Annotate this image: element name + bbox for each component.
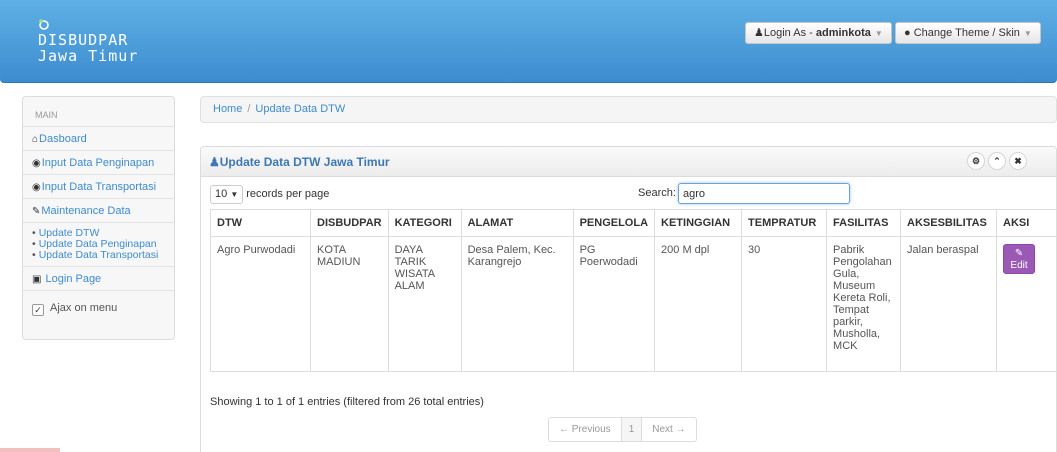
edit-icon: ✎ xyxy=(1014,248,1024,259)
login-as-button[interactable]: ♟Login As - adminkota ▼ xyxy=(745,22,892,44)
sidebar-submenu: • Update DTW • Update Data Penginapan • Upd… xyxy=(23,223,174,267)
records-per-page: 10 ▼ records per page xyxy=(210,185,329,204)
table-header-row: DTW DISBUDPAR KATEGORI ALAMAT PENGELOLA … xyxy=(210,209,1057,237)
breadcrumb-home[interactable]: Home xyxy=(213,103,242,115)
sidebar-item-dasboard[interactable]: ⌂Dasboard xyxy=(23,127,174,151)
user-icon: ♟ xyxy=(754,27,764,39)
close-icon[interactable]: ✖ xyxy=(1009,152,1027,170)
checkbox-icon[interactable]: ✓ xyxy=(32,304,44,316)
logo-icon xyxy=(39,19,49,30)
eye-icon: ◉ xyxy=(32,182,41,193)
dtw-table: DTW DISBUDPAR KATEGORI ALAMAT PENGELOLA … xyxy=(210,209,1057,372)
sidebar: MAIN ⌂Dasboard ◉Input Data Penginapan ◉I… xyxy=(22,96,175,340)
breadcrumb: Home / Update Data DTW xyxy=(200,96,1057,123)
panel-title: ♟Update Data DTW Jawa Timur xyxy=(209,155,390,169)
sidebar-item-maintenance[interactable]: ✎Maintenance Data xyxy=(23,199,174,223)
caret-down-icon: ▼ xyxy=(230,190,239,199)
cell-aksi: ✎ Edit xyxy=(996,236,1057,372)
records-per-page-select[interactable]: 10 ▼ xyxy=(210,185,244,204)
brand-subtitle: Jawa Timur xyxy=(38,47,139,65)
col-dtw[interactable]: DTW xyxy=(210,209,311,237)
col-alamat[interactable]: ALAMAT xyxy=(460,209,574,237)
caret-down-icon: ▼ xyxy=(1023,29,1032,38)
col-pengelola[interactable]: PENGELOLA xyxy=(572,209,656,237)
brand-title: DISBUDPAR xyxy=(38,31,129,49)
search-input[interactable] xyxy=(678,183,850,204)
breadcrumb-current[interactable]: Update Data DTW xyxy=(255,103,345,115)
submenu-update-transportasi[interactable]: • Update Data Transportasi xyxy=(32,250,174,261)
cell-pengelola: PG Poerwodadi xyxy=(572,236,656,372)
sidebar-section-label: MAIN xyxy=(23,97,174,127)
cell-aksesbilitas: Jalan beraspal xyxy=(900,236,998,372)
sidebar-item-login-page[interactable]: ▣ Login Page xyxy=(23,267,174,291)
brand-logo[interactable]: DISBUDPAR Jawa Timur xyxy=(38,18,138,64)
edit-button[interactable]: ✎ Edit xyxy=(1003,244,1036,274)
col-ketinggian[interactable]: KETINGGIAN xyxy=(654,209,743,237)
col-aksesbilitas[interactable]: AKSESBILITAS xyxy=(900,209,998,237)
pagination-next[interactable]: Next → xyxy=(642,418,695,441)
eye-icon: ◉ xyxy=(32,158,41,169)
col-kategori[interactable]: KATEGORI xyxy=(387,209,462,237)
table-row: Agro Purwodadi KOTA MADIUN DAYA TARIK WI… xyxy=(210,236,1057,372)
settings-icon[interactable]: ⚙ xyxy=(967,152,985,170)
cell-disbudpar: KOTA MADIUN xyxy=(310,236,389,372)
panel-header: ♟Update Data DTW Jawa Timur ⚙ ⌃ ✖ xyxy=(201,147,1056,177)
cell-fasilitas: Pabrik Pengolahan Gula, Museum Kereta Ro… xyxy=(826,236,902,372)
pagination-previous[interactable]: ← Previous xyxy=(549,418,622,441)
col-fasilitas[interactable]: FASILITAS xyxy=(826,209,902,237)
red-marker xyxy=(0,448,60,452)
col-tempratur[interactable]: TEMPRATUR xyxy=(741,209,828,237)
caret-down-icon: ▼ xyxy=(874,29,883,38)
col-disbudpar[interactable]: DISBUDPAR xyxy=(310,209,389,237)
table-info: Showing 1 to 1 of 1 entries (filtered fr… xyxy=(210,396,484,408)
cell-alamat: Desa Palem, Kec. Karangrejo xyxy=(460,236,574,372)
lock-icon: ▣ xyxy=(32,274,42,285)
pagination: ← Previous 1 Next → xyxy=(548,417,697,442)
user-icon: ♟ xyxy=(209,155,220,169)
cell-ketinggian: 200 M dpl xyxy=(654,236,743,372)
cell-tempratur: 30 xyxy=(741,236,828,372)
change-theme-button[interactable]: ● Change Theme / Skin ▼ xyxy=(895,22,1041,44)
tint-icon: ● xyxy=(904,27,911,39)
pagination-page-1[interactable]: 1 xyxy=(621,418,643,441)
top-navbar: DISBUDPAR Jawa Timur ♟Login As - adminko… xyxy=(0,0,1057,83)
ajax-toggle[interactable]: ✓ Ajax on menu xyxy=(23,291,174,325)
col-aksi[interactable]: AKSI xyxy=(996,209,1057,237)
search-label: Search: xyxy=(638,187,676,199)
sidebar-item-input-penginapan[interactable]: ◉Input Data Penginapan xyxy=(23,151,174,175)
home-icon: ⌂ xyxy=(32,134,39,145)
sidebar-item-input-transportasi[interactable]: ◉Input Data Transportasi xyxy=(23,175,174,199)
cell-dtw: Agro Purwodadi xyxy=(210,236,311,372)
content-panel: ♟Update Data DTW Jawa Timur ⚙ ⌃ ✖ 10 ▼ re… xyxy=(200,146,1057,452)
chevron-up-icon[interactable]: ⌃ xyxy=(988,152,1006,170)
cell-kategori: DAYA TARIK WISATA ALAM xyxy=(387,236,462,372)
edit-icon: ✎ xyxy=(32,206,41,217)
